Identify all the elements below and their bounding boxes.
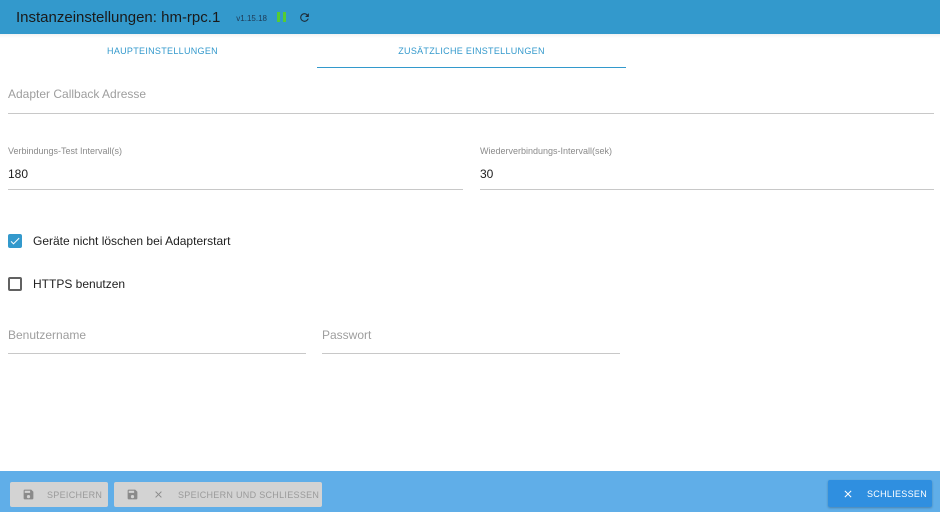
reconnect-interval-field[interactable]: Wiederverbindungs-Intervall(sek) 30 — [480, 146, 934, 190]
close-icon — [842, 488, 854, 500]
close-icon — [153, 489, 164, 500]
tab-main-settings[interactable]: HAUPTEINSTELLUNGEN — [8, 34, 317, 68]
callback-address-placeholder: Adapter Callback Adresse — [8, 87, 147, 101]
username-field[interactable]: Benutzername — [8, 320, 306, 354]
page-title: Instanzeinstellungen: hm-rpc.1 — [16, 8, 221, 26]
footer-bar: SPEICHERN SPEICHERN UND SCHLIESSEN SCHLI… — [0, 471, 940, 512]
pause-icon[interactable] — [276, 11, 286, 23]
password-placeholder: Passwort — [322, 328, 372, 342]
test-interval-field[interactable]: Verbindungs-Test Intervall(s) 180 — [8, 146, 463, 190]
floppy-disk-icon — [126, 488, 139, 501]
floppy-disk-icon — [22, 488, 35, 501]
reload-icon[interactable] — [298, 10, 312, 24]
close-button-label: SCHLIESSEN — [867, 488, 928, 499]
save-and-close-button-label: SPEICHERN UND SCHLIESSEN — [178, 489, 320, 500]
https-label: HTTPS benutzen — [33, 277, 126, 291]
password-field[interactable]: Passwort — [322, 320, 620, 354]
username-placeholder: Benutzername — [8, 328, 87, 342]
close-button[interactable]: SCHLIESSEN — [828, 480, 932, 507]
https-checkbox-row[interactable]: HTTPS benutzen — [8, 277, 125, 291]
tab-bar: HAUPTEINSTELLUNGEN ZUSÄTZLICHE EINSTELLU… — [8, 34, 626, 68]
version-label: v1.15.18 — [236, 14, 267, 23]
field-underline — [480, 189, 934, 190]
tab-additional-settings[interactable]: ZUSÄTZLICHE EINSTELLUNGEN — [317, 34, 626, 68]
field-underline — [8, 189, 463, 190]
save-button[interactable]: SPEICHERN — [10, 482, 108, 507]
reconnect-interval-label: Wiederverbindungs-Intervall(sek) — [480, 146, 613, 156]
save-and-close-button[interactable]: SPEICHERN UND SCHLIESSEN — [114, 482, 322, 507]
header-bar: Instanzeinstellungen: hm-rpc.1 v1.15.18 — [0, 0, 940, 34]
https-checkbox[interactable] — [8, 277, 22, 291]
test-interval-label: Verbindungs-Test Intervall(s) — [8, 146, 123, 156]
test-interval-value[interactable]: 180 — [8, 167, 28, 181]
save-button-label: SPEICHERN — [47, 489, 103, 500]
dont-delete-devices-checkbox[interactable] — [8, 234, 22, 248]
callback-address-field[interactable]: Adapter Callback Adresse — [8, 80, 934, 114]
field-underline — [322, 353, 620, 354]
field-underline — [8, 113, 934, 114]
dont-delete-devices-label: Geräte nicht löschen bei Adapterstart — [33, 234, 231, 248]
reconnect-interval-value[interactable]: 30 — [480, 167, 493, 181]
dont-delete-devices-checkbox-row[interactable]: Geräte nicht löschen bei Adapterstart — [8, 234, 230, 248]
field-underline — [8, 353, 306, 354]
